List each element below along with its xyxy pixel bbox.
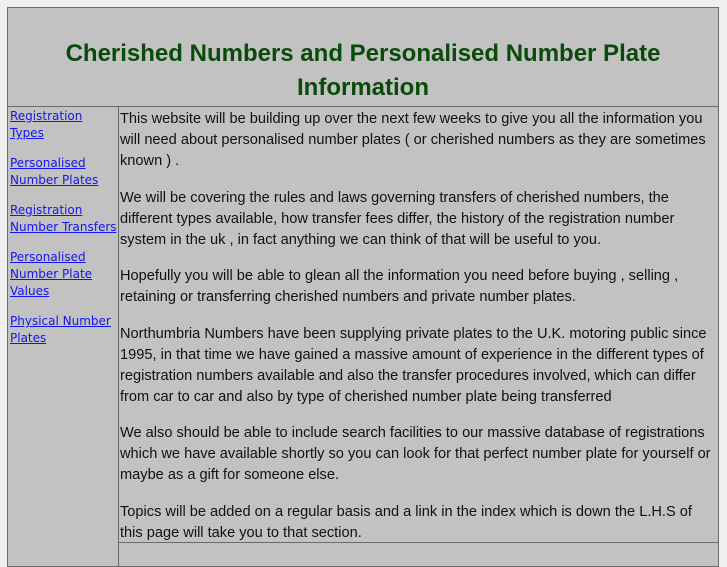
registration-number-transfers-link[interactable]: Registration Number Transfers (10, 203, 117, 234)
company-paragraph: Northumbria Numbers have been supplying … (120, 325, 707, 405)
sidebar-item-physical-number-plates: Physical Number Plates (8, 313, 118, 347)
sidebar-item-personalised-number-plates: Personalised Number Plates (8, 155, 118, 189)
header-cell: Cherished Numbers and Personalised Numbe… (8, 8, 718, 107)
sidebar-item-registration-number-transfers: Registration Number Transfers (8, 202, 118, 236)
personalised-number-plate-values-link[interactable]: Personalised Number Plate Values (10, 250, 92, 298)
coverage-paragraph: We will be covering the rules and laws g… (120, 189, 675, 248)
page-table: Cherished Numbers and Personalised Numbe… (7, 7, 719, 567)
page-title: Cherished Numbers and Personalised Numbe… (65, 40, 661, 101)
glean-paragraph: Hopefully you will be able to glean all … (120, 268, 679, 305)
registration-types-link[interactable]: Registration Types (10, 109, 82, 140)
topics-paragraph: Topics will be added on a regular basis … (120, 503, 692, 541)
personalised-number-plates-link[interactable]: Personalised Number Plates (10, 156, 98, 187)
main-content: This website will be building up over th… (119, 107, 718, 543)
physical-number-plates-link[interactable]: Physical Number Plates (10, 314, 111, 345)
search-paragraph: We also should be able to include search… (120, 425, 711, 483)
sidebar-item-registration-types: Registration Types (8, 108, 118, 142)
sidebar-item-personalised-number-plate-values: Personalised Number Plate Values (8, 249, 118, 300)
sidebar-index: Registration Types Personalised Number P… (8, 107, 119, 567)
intro-paragraph: This website will be building up over th… (120, 111, 706, 169)
